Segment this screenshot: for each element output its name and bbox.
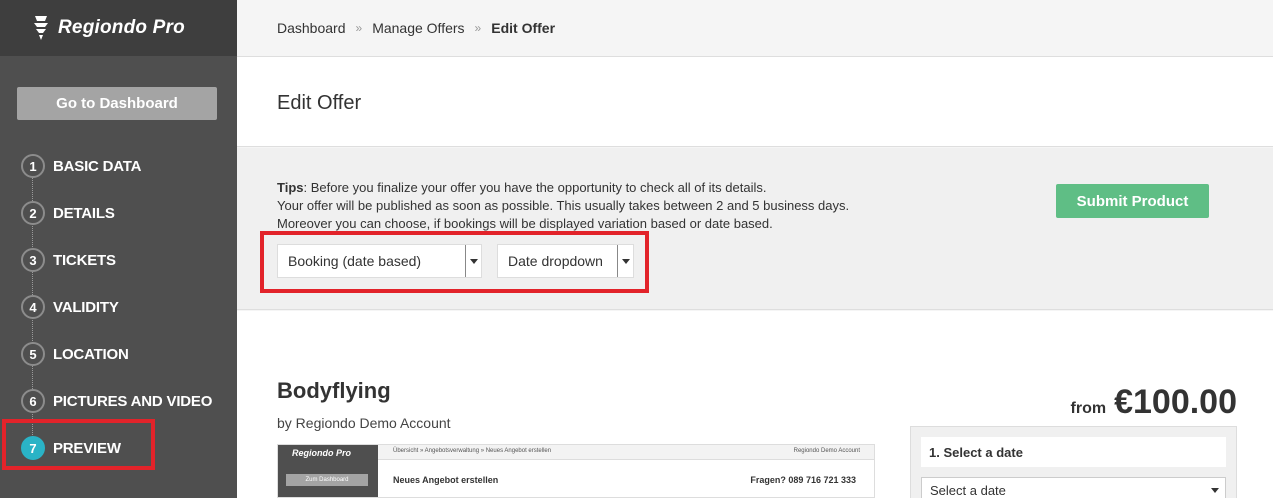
step-label: BASIC DATA bbox=[53, 157, 142, 175]
price-from-label: from bbox=[1070, 400, 1107, 417]
mini-title: Neues Angebot erstellen bbox=[393, 475, 499, 485]
title-section: Edit Offer bbox=[237, 57, 1273, 147]
logo-text: Regiondo Pro bbox=[58, 17, 185, 38]
step-label: PICTURES AND VIDEO bbox=[53, 392, 213, 410]
product-preview: Bodyflying by Regiondo Demo Account from… bbox=[237, 311, 1273, 498]
date-select[interactable]: Select a date bbox=[921, 477, 1226, 498]
mini-user: Regiondo Demo Account bbox=[793, 448, 860, 454]
sidebar: Regiondo Pro Go to Dashboard 1 BASIC DAT… bbox=[0, 0, 237, 498]
step-label: TICKETS bbox=[53, 251, 116, 269]
breadcrumb-separator: » bbox=[355, 21, 363, 35]
step-number: 5 bbox=[21, 342, 45, 366]
breadcrumb-edit-offer: Edit Offer bbox=[491, 20, 556, 36]
selects-highlight-box bbox=[260, 231, 649, 293]
preview-highlight-box bbox=[2, 419, 155, 470]
tips-line-2: Your offer will be published as soon as … bbox=[277, 198, 850, 213]
step-number: 1 bbox=[21, 154, 45, 178]
breadcrumb: Dashboard » Manage Offers » Edit Offer bbox=[277, 20, 555, 36]
mini-header: Neues Angebot erstellen Fragen? 089 716 … bbox=[378, 459, 874, 497]
step-pictures-and-video[interactable]: 6 PICTURES AND VIDEO bbox=[21, 389, 212, 413]
step-number: 2 bbox=[21, 201, 45, 225]
product-image[interactable]: Regiondo Pro Zum Dashboard Übersicht » A… bbox=[277, 444, 875, 498]
step-number: 4 bbox=[21, 295, 45, 319]
step-label: LOCATION bbox=[53, 345, 129, 363]
mini-breadcrumb: Übersicht » Angebotsverwaltung » Neues A… bbox=[393, 448, 552, 454]
step-basic-data[interactable]: 1 BASIC DATA bbox=[21, 154, 141, 178]
booking-step-header: 1. Select a date bbox=[921, 437, 1226, 467]
product-price: from €100.00 bbox=[1071, 383, 1237, 422]
step-tickets[interactable]: 3 TICKETS bbox=[21, 248, 116, 272]
tips-line-1: : Before you finalize your offer you hav… bbox=[303, 180, 767, 195]
step-label: VALIDITY bbox=[53, 298, 119, 316]
product-author: by Regiondo Demo Account bbox=[277, 415, 451, 431]
main-content: Dashboard » Manage Offers » Edit Offer E… bbox=[237, 0, 1273, 498]
mini-logo: Regiondo Pro bbox=[292, 448, 351, 458]
step-label: DETAILS bbox=[53, 204, 115, 222]
product-title: Bodyflying bbox=[277, 378, 391, 403]
logo-bar: Regiondo Pro bbox=[0, 0, 237, 56]
step-number: 3 bbox=[21, 248, 45, 272]
step-location[interactable]: 5 LOCATION bbox=[21, 342, 129, 366]
step-number: 6 bbox=[21, 389, 45, 413]
mini-sidebar: Regiondo Pro Zum Dashboard bbox=[278, 445, 378, 497]
mini-dashboard-button: Zum Dashboard bbox=[286, 474, 368, 486]
breadcrumb-dashboard[interactable]: Dashboard bbox=[277, 20, 346, 36]
tips-section: Tips: Before you finalize your offer you… bbox=[237, 148, 1273, 310]
tips-text: Tips: Before you finalize your offer you… bbox=[277, 179, 917, 233]
breadcrumb-separator: » bbox=[474, 21, 482, 35]
logo-icon bbox=[34, 16, 48, 40]
booking-widget: 1. Select a date Select a date bbox=[910, 426, 1237, 498]
breadcrumb-manage-offers[interactable]: Manage Offers bbox=[372, 20, 464, 36]
step-validity[interactable]: 4 VALIDITY bbox=[21, 295, 119, 319]
tips-line-3: Moreover you can choose, if bookings wil… bbox=[277, 216, 773, 231]
price-value: €100.00 bbox=[1114, 383, 1237, 421]
submit-product-button[interactable]: Submit Product bbox=[1056, 184, 1209, 218]
go-to-dashboard-button[interactable]: Go to Dashboard bbox=[17, 87, 217, 120]
tips-label: Tips bbox=[277, 180, 304, 195]
mini-phone: Fragen? 089 716 721 333 bbox=[750, 475, 856, 485]
page-title: Edit Offer bbox=[277, 92, 362, 114]
step-details[interactable]: 2 DETAILS bbox=[21, 201, 115, 225]
